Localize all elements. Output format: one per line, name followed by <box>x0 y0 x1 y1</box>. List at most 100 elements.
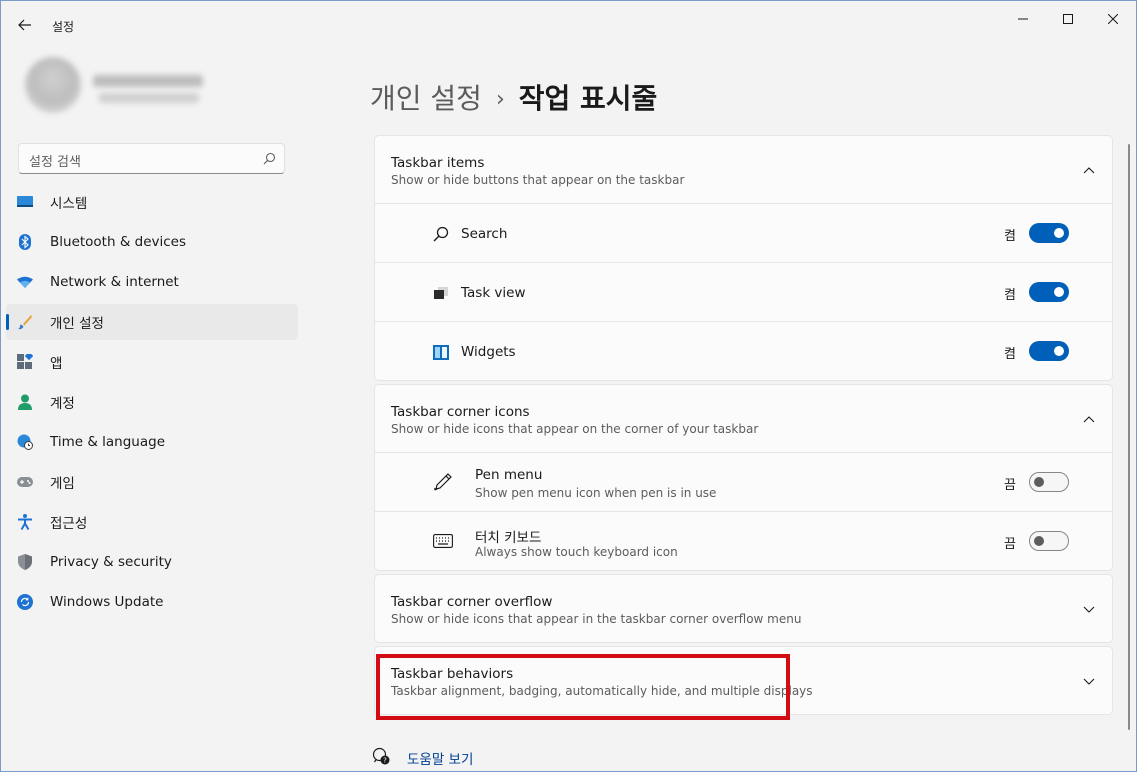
toggle-state-text: 끔 <box>1004 478 1016 493</box>
close-button[interactable] <box>1091 5 1135 33</box>
sidebar-item-apps[interactable]: 앱 <box>6 344 298 380</box>
breadcrumb-separator: › <box>495 87 505 112</box>
profile-name <box>93 75 203 87</box>
taskbar-corner-icons-section: Taskbar corner icons Show or hide icons … <box>374 384 1113 571</box>
sidebar-item-bluetooth[interactable]: Bluetooth & devices <box>6 224 298 260</box>
chevron-up-icon[interactable] <box>1082 163 1096 177</box>
sidebar-item-label: 시스템 <box>50 196 88 212</box>
sidebar-item-label: Privacy & security <box>50 554 172 570</box>
taskbar-corner-overflow-section[interactable]: Taskbar corner overflow Show or hide ico… <box>374 574 1113 643</box>
sidebar-item-system[interactable]: 시스템 <box>6 184 298 220</box>
maximize-button[interactable] <box>1046 5 1090 33</box>
scrollbar[interactable] <box>1128 144 1130 730</box>
search-input[interactable]: 설정 검색 <box>29 151 81 170</box>
sidebar-item-privacy[interactable]: Privacy & security <box>6 544 298 580</box>
keyboard-icon <box>433 531 453 551</box>
page-title: 개인 설정 › 작업 표시줄 <box>370 77 657 117</box>
setting-description: Show pen menu icon when pen is in use <box>475 486 717 500</box>
chevron-up-icon[interactable] <box>1082 412 1096 426</box>
search-toggle[interactable] <box>1029 223 1069 243</box>
section-title: Taskbar corner overflow <box>391 594 553 610</box>
widgets-icon <box>431 342 451 362</box>
chevron-down-icon[interactable] <box>1082 602 1096 616</box>
toggle-knob <box>1054 346 1064 356</box>
setting-description: Always show touch keyboard icon <box>475 545 678 559</box>
sidebar-item-label: 계정 <box>50 396 75 412</box>
help-link[interactable]: ? 도움말 보기 <box>372 747 473 769</box>
sidebar-item-gaming[interactable]: 게임 <box>6 464 298 500</box>
setting-label: Widgets <box>461 344 516 360</box>
accessibility-icon <box>17 514 33 530</box>
setting-row-search: Search 켬 <box>375 203 1112 262</box>
bluetooth-icon <box>17 234 33 250</box>
profile-email <box>99 93 199 103</box>
breadcrumb-parent[interactable]: 개인 설정 <box>370 82 482 115</box>
settings-window: 설정 설정 검색 시스템 Bluetooth & devices Network… <box>0 0 1137 772</box>
toggle-knob <box>1054 287 1064 297</box>
sidebar-nav: 시스템 Bluetooth & devices Network & intern… <box>6 184 298 624</box>
settings-search-box[interactable]: 설정 검색 <box>18 143 285 174</box>
apps-icon <box>17 354 33 370</box>
setting-label: Task view <box>461 285 526 301</box>
maximize-icon <box>1063 14 1073 24</box>
setting-row-pen-menu: Pen menu Show pen menu icon when pen is … <box>375 452 1112 511</box>
setting-label: Pen menu <box>475 467 543 483</box>
toggle-knob <box>1054 228 1064 238</box>
search-icon[interactable] <box>263 152 276 165</box>
setting-label: 터치 키보드 <box>475 530 542 546</box>
toggle-state-text: 켬 <box>1004 288 1016 303</box>
sidebar-item-label: 접근성 <box>50 516 88 532</box>
svg-text:?: ? <box>383 757 387 765</box>
widgets-toggle[interactable] <box>1029 341 1069 361</box>
sidebar-item-network[interactable]: Network & internet <box>6 264 298 300</box>
monitor-icon <box>17 194 33 210</box>
section-description: Show or hide buttons that appear on the … <box>391 173 685 187</box>
section-title: Taskbar corner icons <box>391 404 530 420</box>
sidebar-item-label: Windows Update <box>50 594 164 610</box>
setting-row-task-view: Task view 켬 <box>375 262 1112 321</box>
close-icon <box>1108 14 1118 24</box>
setting-row-widgets: Widgets 켬 <box>375 321 1112 380</box>
app-title: 설정 <box>52 20 75 34</box>
sidebar-item-personalization[interactable]: 개인 설정 <box>6 304 298 340</box>
sidebar-item-label: 앱 <box>50 356 63 372</box>
sidebar-item-time-language[interactable]: Time & language <box>6 424 298 460</box>
gamepad-icon <box>17 474 33 490</box>
breadcrumb-current: 작업 표시줄 <box>518 82 658 115</box>
setting-row-touch-keyboard: 터치 키보드 Always show touch keyboard icon 끔 <box>375 511 1112 570</box>
touch-keyboard-toggle[interactable] <box>1029 531 1069 551</box>
section-description: Show or hide icons that appear in the ta… <box>391 612 802 626</box>
toggle-state-text: 끔 <box>1004 537 1016 552</box>
pen-menu-toggle[interactable] <box>1029 472 1069 492</box>
sidebar-item-label: 게임 <box>50 476 75 492</box>
section-title: Taskbar items <box>391 155 485 171</box>
chevron-down-icon[interactable] <box>1082 674 1096 688</box>
shield-icon <box>17 554 33 570</box>
annotation-highlight-box <box>376 654 790 720</box>
update-icon <box>17 594 33 610</box>
task-view-icon <box>431 283 451 303</box>
brush-icon <box>17 314 33 330</box>
sidebar-item-windows-update[interactable]: Windows Update <box>6 584 298 620</box>
wifi-icon <box>17 274 33 290</box>
sidebar-item-accounts[interactable]: 계정 <box>6 384 298 420</box>
taskbar-items-header[interactable]: Taskbar items Show or hide buttons that … <box>375 136 1112 203</box>
minimize-icon <box>1018 18 1028 20</box>
toggle-knob <box>1034 477 1044 487</box>
task-view-toggle[interactable] <box>1029 282 1069 302</box>
taskbar-corner-overflow-header[interactable]: Taskbar corner overflow Show or hide ico… <box>375 575 1112 642</box>
sidebar-item-accessibility[interactable]: 접근성 <box>6 504 298 540</box>
arrow-left-icon <box>18 19 31 31</box>
avatar[interactable] <box>25 57 81 113</box>
person-icon <box>17 394 33 410</box>
sidebar-item-label: Network & internet <box>50 274 179 290</box>
minimize-button[interactable] <box>1001 5 1045 33</box>
taskbar-items-section: Taskbar items Show or hide buttons that … <box>374 135 1113 381</box>
search-icon <box>431 224 451 244</box>
help-label[interactable]: 도움말 보기 <box>407 748 473 768</box>
back-button[interactable] <box>11 13 39 37</box>
taskbar-corner-icons-header[interactable]: Taskbar corner icons Show or hide icons … <box>375 385 1112 452</box>
sidebar-item-label: 개인 설정 <box>50 316 104 332</box>
toggle-knob <box>1034 536 1044 546</box>
sidebar-item-label: Bluetooth & devices <box>50 234 187 250</box>
